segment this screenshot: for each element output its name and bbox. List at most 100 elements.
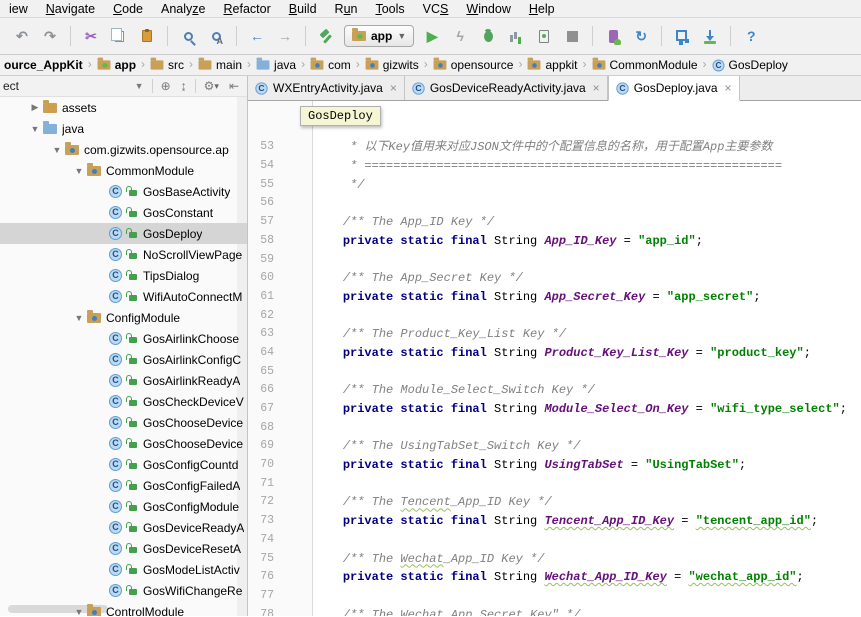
menu-item-run[interactable]: Run bbox=[326, 0, 367, 18]
sdk-manager-button[interactable] bbox=[669, 24, 695, 48]
build-button[interactable] bbox=[313, 24, 339, 48]
tab-GosDeploy.java[interactable]: CGosDeploy.java× bbox=[608, 76, 740, 101]
stop-icon bbox=[567, 31, 578, 42]
lock-icon bbox=[128, 395, 137, 409]
tree-row-GosDeviceReadyA[interactable]: CGosDeviceReadyA bbox=[0, 517, 247, 538]
chevron-down-icon[interactable]: ▼ bbox=[28, 124, 42, 134]
menu-item-navigate[interactable]: Navigate bbox=[37, 0, 104, 18]
code-line: 64 private static final String Product_K… bbox=[248, 344, 861, 363]
project-pane-title[interactable]: ect bbox=[3, 79, 19, 93]
breadcrumb-item-ource_AppKit[interactable]: ource_AppKit bbox=[2, 58, 85, 72]
breadcrumb-label: src bbox=[168, 58, 184, 72]
breadcrumb-item-main[interactable]: main bbox=[196, 58, 244, 72]
tab-GosDeviceReadyActivity.java[interactable]: CGosDeviceReadyActivity.java× bbox=[405, 76, 608, 100]
tree-row-GosConstant[interactable]: CGosConstant bbox=[0, 202, 247, 223]
undo-button[interactable]: ↶ bbox=[9, 24, 35, 48]
forward-button[interactable]: → bbox=[272, 24, 298, 48]
code-area[interactable]: 53 * 以下Key值用来对应JSON文件中的个配置信息的名称，用于配置App主… bbox=[248, 101, 861, 616]
class-icon: C bbox=[712, 59, 724, 71]
tree-row-ConfigModule[interactable]: ▼ConfigModule bbox=[0, 307, 247, 328]
run-button[interactable]: ▶ bbox=[419, 24, 445, 48]
tree-row-GosWifiChangeRe[interactable]: CGosWifiChangeRe bbox=[0, 580, 247, 601]
breadcrumb-item-opensource[interactable]: opensource bbox=[431, 58, 516, 72]
cut-button[interactable]: ✂ bbox=[78, 24, 104, 48]
chevron-right-icon[interactable]: ▶ bbox=[28, 102, 42, 113]
lock-glyph bbox=[129, 400, 137, 406]
breadcrumb-item-java[interactable]: java bbox=[254, 58, 298, 72]
menu-item-analyze[interactable]: Analyze bbox=[152, 0, 214, 18]
stop-button[interactable] bbox=[559, 24, 585, 48]
breadcrumb-item-CommonModule[interactable]: CommonModule bbox=[590, 58, 700, 72]
chevron-down-icon[interactable]: ▼ bbox=[50, 145, 64, 155]
avd-manager-button[interactable] bbox=[697, 24, 723, 48]
menu-item-tools[interactable]: Tools bbox=[366, 0, 413, 18]
menu-item-refactor[interactable]: Refactor bbox=[214, 0, 279, 18]
menu-item-vcs[interactable]: VCS bbox=[414, 0, 458, 18]
breadcrumb-item-app[interactable]: app bbox=[95, 58, 138, 72]
code-text bbox=[313, 194, 314, 213]
device-manager-button[interactable] bbox=[600, 24, 626, 48]
paste-button[interactable] bbox=[134, 24, 160, 48]
tree-row-CommonModule[interactable]: ▼CommonModule bbox=[0, 160, 247, 181]
menu-item-iew[interactable]: iew bbox=[0, 0, 37, 18]
back-button[interactable]: ← bbox=[244, 24, 270, 48]
breadcrumb-item-GosDeploy[interactable]: CGosDeploy bbox=[710, 58, 790, 72]
editor[interactable]: GosDeploy 53 * 以下Key值用来对应JSON文件中的个配置信息的名… bbox=[248, 101, 861, 616]
gosdeploy-tooltip: GosDeploy bbox=[300, 106, 381, 126]
locate-icon[interactable]: ⊕ bbox=[156, 79, 176, 93]
tree-row-GosDeploy[interactable]: CGosDeploy bbox=[0, 223, 247, 244]
tree-row-TipsDialog[interactable]: CTipsDialog bbox=[0, 265, 247, 286]
menu-item-code[interactable]: Code bbox=[104, 0, 152, 18]
tree-row-GosConfigFailedA[interactable]: CGosConfigFailedA bbox=[0, 475, 247, 496]
tree-row-assets[interactable]: ▶assets bbox=[0, 97, 247, 118]
apply-changes-button[interactable]: ϟ bbox=[447, 24, 473, 48]
replace-icon bbox=[212, 32, 221, 41]
copy-button[interactable] bbox=[106, 24, 132, 48]
tab-WXEntryActivity.java[interactable]: CWXEntryActivity.java× bbox=[248, 76, 405, 100]
settings-gear-icon[interactable]: ⚙▾ bbox=[199, 79, 224, 93]
chevron-down-icon[interactable]: ▼ bbox=[72, 607, 86, 617]
help-button[interactable]: ? bbox=[738, 24, 764, 48]
tree-row-GosAirlinkConfigC[interactable]: CGosAirlinkConfigC bbox=[0, 349, 247, 370]
menu-item-build[interactable]: Build bbox=[280, 0, 326, 18]
close-icon[interactable]: × bbox=[725, 81, 732, 95]
tree-row-java[interactable]: ▼java bbox=[0, 118, 247, 139]
close-icon[interactable]: × bbox=[593, 81, 600, 95]
menu-item-window[interactable]: Window bbox=[457, 0, 519, 18]
breadcrumb-item-com[interactable]: com bbox=[308, 58, 353, 72]
line-number: 56 bbox=[248, 194, 313, 213]
tree-row-GosBaseActivity[interactable]: CGosBaseActivity bbox=[0, 181, 247, 202]
tree-row-GosChooseDevice[interactable]: CGosChooseDevice bbox=[0, 433, 247, 454]
find-button[interactable] bbox=[175, 24, 201, 48]
close-icon[interactable]: × bbox=[390, 81, 397, 95]
collapse-all-icon[interactable]: ↨ bbox=[176, 79, 192, 93]
tree-row-NoScrollViewPage[interactable]: CNoScrollViewPage bbox=[0, 244, 247, 265]
redo-button[interactable]: ↷ bbox=[37, 24, 63, 48]
tree-row-GosCheckDeviceV[interactable]: CGosCheckDeviceV bbox=[0, 391, 247, 412]
tree-row-GosConfigCountd[interactable]: CGosConfigCountd bbox=[0, 454, 247, 475]
tree-row-WifiAutoConnectM[interactable]: CWifiAutoConnectM bbox=[0, 286, 247, 307]
tree-row-GosAirlinkReadyA[interactable]: CGosAirlinkReadyA bbox=[0, 370, 247, 391]
sync-project-button[interactable]: ↻ bbox=[628, 24, 654, 48]
tree-row-GosChooseDevice[interactable]: CGosChooseDevice bbox=[0, 412, 247, 433]
menu-item-help[interactable]: Help bbox=[520, 0, 564, 18]
android-dot bbox=[357, 34, 363, 39]
dropdown-caret-icon[interactable]: ▼ bbox=[130, 81, 149, 91]
profiler-button[interactable] bbox=[503, 24, 529, 48]
tree-row-ControlModule[interactable]: ▼ControlModule bbox=[0, 601, 247, 616]
replace-button[interactable] bbox=[203, 24, 229, 48]
tree-row-GosConfigModule[interactable]: CGosConfigModule bbox=[0, 496, 247, 517]
tree-row-com.gizwits.opensource.ap[interactable]: ▼com.gizwits.opensource.ap bbox=[0, 139, 247, 160]
tree-row-GosAirlinkChoose[interactable]: CGosAirlinkChoose bbox=[0, 328, 247, 349]
hide-panel-icon[interactable]: ⇤ bbox=[224, 79, 244, 93]
breadcrumb-item-gizwits[interactable]: gizwits bbox=[363, 58, 421, 72]
breadcrumb-item-appkit[interactable]: appkit bbox=[525, 58, 579, 72]
debug-button[interactable] bbox=[475, 24, 501, 48]
breadcrumb-item-src[interactable]: src bbox=[148, 58, 186, 72]
chevron-down-icon[interactable]: ▼ bbox=[72, 313, 86, 323]
chevron-down-icon[interactable]: ▼ bbox=[72, 166, 86, 176]
attach-debugger-button[interactable] bbox=[531, 24, 557, 48]
tree-row-GosModeListActiv[interactable]: CGosModeListActiv bbox=[0, 559, 247, 580]
run-config-select[interactable]: app▼ bbox=[344, 25, 414, 47]
tree-row-GosDeviceResetA[interactable]: CGosDeviceResetA bbox=[0, 538, 247, 559]
